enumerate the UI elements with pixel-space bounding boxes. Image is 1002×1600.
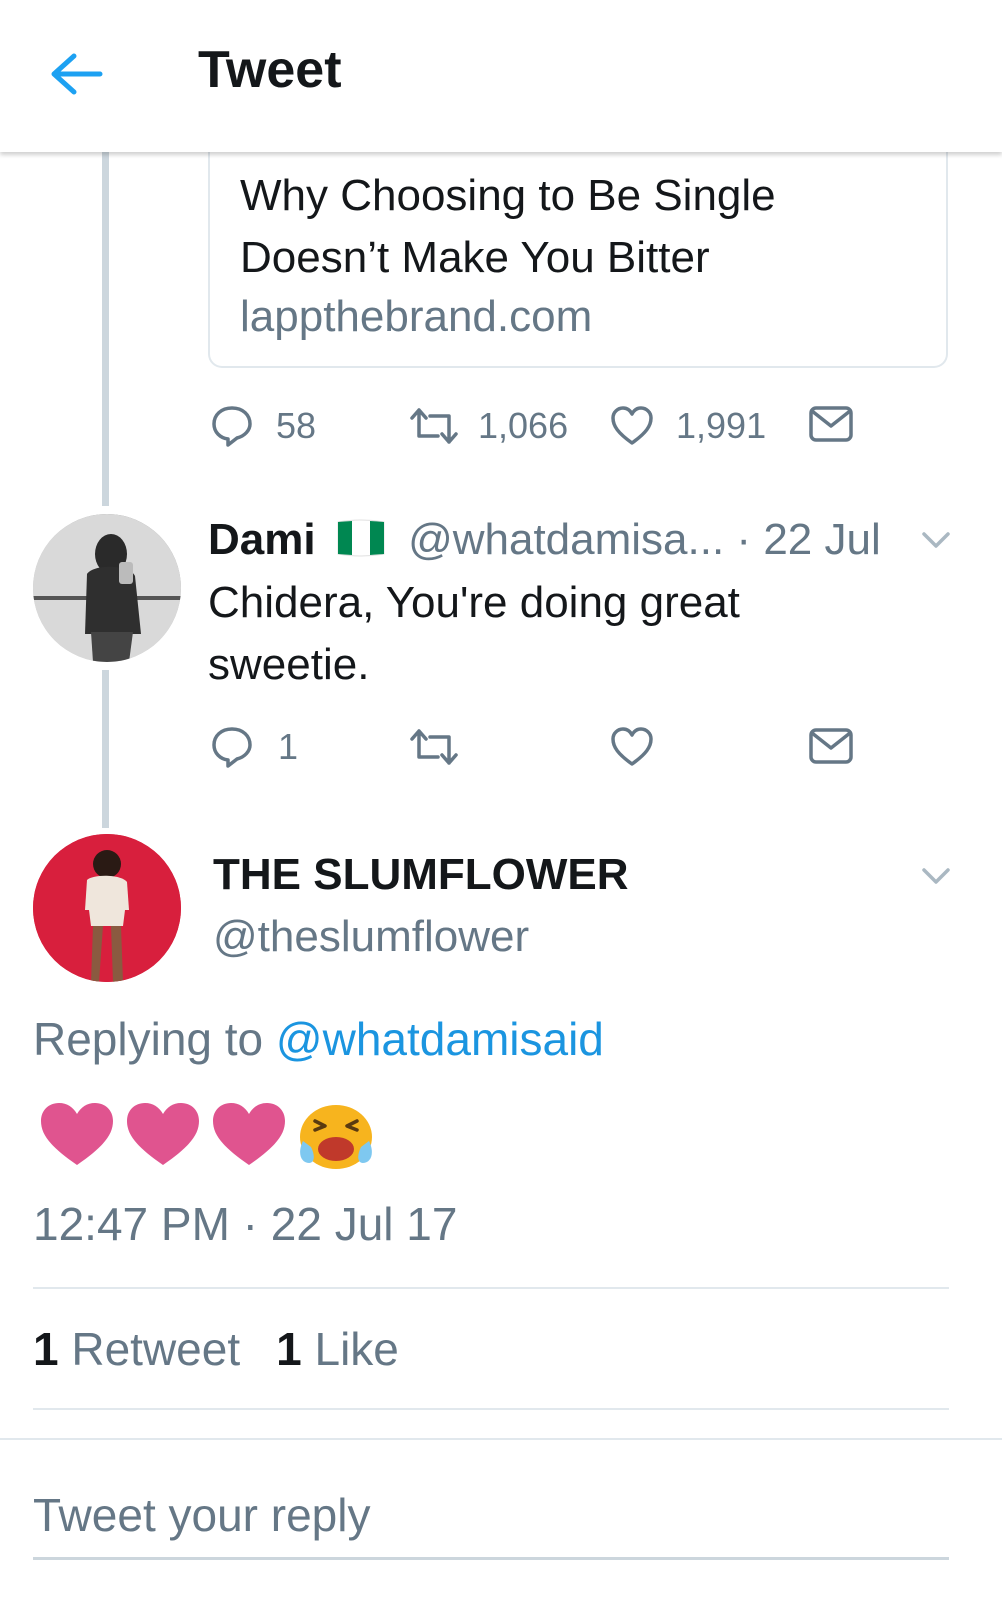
tweet-time[interactable]: 22 Jul: [763, 515, 880, 564]
heart-icon: [213, 1103, 285, 1165]
reply-input-underline: [33, 1557, 949, 1560]
header-bar: Tweet: [0, 0, 1002, 152]
reply-count: 1: [278, 726, 299, 767]
reply-author-line: Dami @whatdamisa... · 22 Jul: [208, 515, 881, 569]
divider: [33, 1408, 949, 1410]
retweet-count: 1,066: [478, 405, 569, 446]
like-total: 1: [276, 1323, 302, 1375]
author-handle[interactable]: @whatdamisa...: [408, 515, 724, 564]
heart-icon: [127, 1103, 199, 1165]
retweet-icon: [410, 408, 458, 444]
like-label: Like: [314, 1323, 399, 1375]
tweet-emojis: [35, 1095, 379, 1175]
replying-prefix: Replying to: [33, 1013, 264, 1065]
reply-input[interactable]: [33, 1470, 949, 1560]
retweet-action[interactable]: 1,066: [408, 404, 568, 448]
divider: [33, 1287, 949, 1289]
avatar-photo: [33, 514, 181, 662]
retweets-stat[interactable]: 1 Retweet: [33, 1322, 240, 1376]
message-action[interactable]: [808, 726, 854, 766]
engagement-stats: 1 Retweet 1 Like: [33, 1322, 435, 1376]
replying-to-line: Replying to @whatdamisaid: [33, 1012, 604, 1066]
avatar[interactable]: [33, 834, 181, 982]
nigeria-flag-icon: [334, 518, 388, 569]
retweet-label: Retweet: [71, 1323, 241, 1375]
author-name[interactable]: Dami: [208, 515, 316, 564]
thread-line-bottom: [102, 670, 109, 828]
chevron-down-icon: [922, 532, 950, 548]
reply-bar-border: [0, 1438, 1002, 1440]
retweet-total: 1: [33, 1323, 59, 1375]
page-title: Tweet: [198, 41, 342, 99]
retweet-icon: [410, 729, 458, 765]
reply-action[interactable]: 58: [210, 404, 316, 448]
avatar-photo: [33, 834, 181, 982]
tweet-timestamp: 12:47 PM · 22 Jul 17: [33, 1198, 458, 1250]
replying-to-link[interactable]: @whatdamisaid: [276, 1013, 604, 1065]
arrow-left-icon: [51, 53, 103, 95]
tweet-menu-button[interactable]: [918, 528, 954, 552]
crying-face-icon: [300, 1105, 372, 1169]
reply-count: 58: [276, 405, 317, 446]
reply-icon: [212, 406, 252, 447]
chevron-down-icon: [922, 868, 950, 884]
heart-outline-icon: [611, 406, 653, 445]
message-action[interactable]: [808, 404, 854, 444]
back-button[interactable]: [48, 48, 108, 100]
reply-icon: [212, 727, 252, 768]
author-name[interactable]: THE SLUMFLOWER: [213, 850, 629, 900]
retweet-action[interactable]: [408, 725, 460, 769]
avatar[interactable]: [33, 514, 181, 662]
heart-icon: [41, 1103, 113, 1165]
likes-stat[interactable]: 1 Like: [276, 1322, 399, 1376]
card-title: Why Choosing to Be Single Doesn’t Make Y…: [240, 171, 776, 282]
like-count: 1,991: [676, 405, 767, 446]
envelope-icon: [809, 406, 853, 442]
like-action[interactable]: [610, 725, 654, 769]
heart-outline-icon: [611, 727, 653, 766]
envelope-icon: [809, 728, 853, 764]
tweet-menu-button[interactable]: [918, 864, 954, 888]
author-handle[interactable]: @theslumflower: [213, 912, 529, 962]
reply-action[interactable]: 1: [210, 725, 298, 769]
like-action[interactable]: 1,991: [610, 404, 766, 448]
tweet-text: Chidera, You're doing great sweetie.: [208, 578, 740, 689]
separator: ·: [736, 515, 752, 564]
card-domain: lappthebrand.com: [240, 292, 593, 341]
thread-line-top: [102, 140, 109, 506]
